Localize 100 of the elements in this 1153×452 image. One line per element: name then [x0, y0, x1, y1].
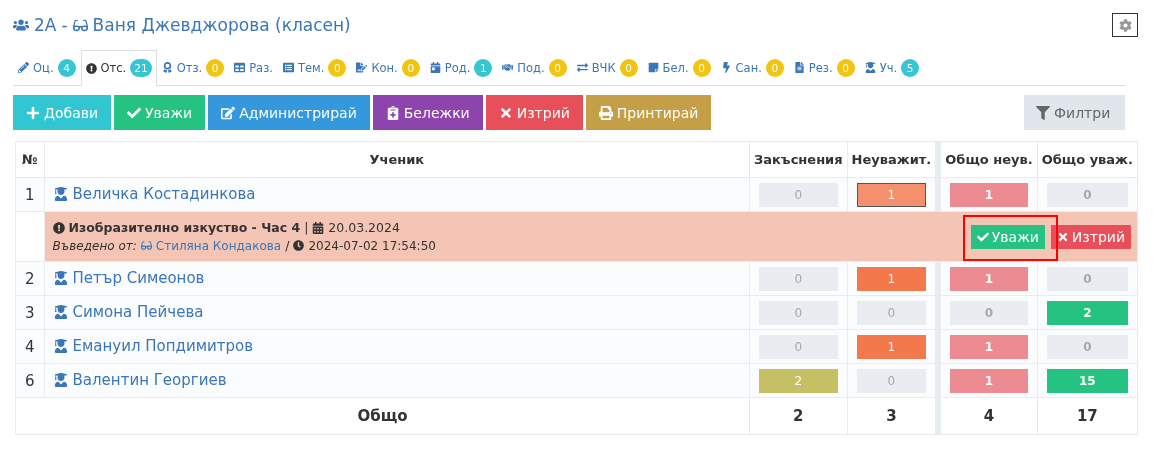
- count-value: 1: [856, 266, 927, 291]
- column-header: №: [15, 141, 45, 178]
- toolbar-button[interactable]: Принтирай: [585, 95, 712, 130]
- student-icon: [53, 339, 68, 353]
- row-number: 2: [15, 261, 45, 296]
- filter-icon: [1036, 105, 1050, 120]
- note-icon: [647, 62, 659, 73]
- count-value: 0: [856, 368, 927, 393]
- count-badge: 0: [206, 58, 225, 77]
- calendar-icon: [312, 221, 325, 234]
- total-value: 17: [1037, 397, 1138, 435]
- subject-text: Изобразително изкуство - Час 4: [68, 220, 301, 235]
- count-value: 1: [950, 368, 1028, 393]
- settings-button[interactable]: [1112, 13, 1138, 37]
- separator: /: [285, 238, 290, 253]
- student-link[interactable]: Петър Симеонов: [53, 269, 205, 287]
- table-icon: [234, 62, 246, 73]
- exclamation-icon: [85, 62, 97, 74]
- pencil-icon: [18, 62, 29, 73]
- count-value: 2: [1046, 300, 1128, 325]
- count-badge: 0: [401, 58, 420, 77]
- separator: |: [304, 220, 309, 235]
- count-value: 0: [759, 182, 838, 207]
- list-icon: [282, 62, 294, 73]
- timestamp-text: 2024-07-02 17:54:50: [308, 238, 436, 253]
- document-pen-icon: [356, 62, 368, 73]
- toolbar-button[interactable]: Изтрий: [485, 95, 583, 130]
- total-label: Общо: [15, 397, 750, 435]
- row-number: 3: [15, 295, 45, 330]
- count-badge: 0: [692, 58, 711, 77]
- count-badge: 0: [548, 58, 567, 77]
- total-value: 4: [938, 397, 1038, 435]
- close-icon: [1056, 230, 1069, 243]
- count-badge: 0: [619, 58, 638, 77]
- tab[interactable]: Отс. 21: [80, 50, 157, 86]
- separator: -: [61, 15, 68, 35]
- column-header: Общо уваж.: [1037, 141, 1138, 178]
- check-icon: [127, 105, 142, 120]
- exclamation-icon: [52, 221, 65, 234]
- column-header: Закъснения: [749, 141, 848, 178]
- student-icon: [53, 305, 68, 319]
- settings-icon: [1118, 18, 1132, 32]
- document-icon: [793, 62, 805, 73]
- count-badge: 0: [836, 58, 855, 77]
- exchange-icon: [576, 62, 588, 73]
- student-icon: [53, 373, 68, 387]
- count-value: 1: [950, 334, 1028, 359]
- count-value: 0: [759, 334, 838, 359]
- count-badge: 0: [328, 58, 347, 77]
- check-icon: [976, 230, 989, 243]
- count-value: 0: [856, 300, 927, 325]
- count-badge: 1: [474, 58, 493, 77]
- count-value: 2: [759, 368, 838, 393]
- student-icon: [864, 62, 876, 73]
- plus-icon: [26, 105, 40, 120]
- teacher-name: Ваня Джевджорова (класен): [92, 15, 351, 35]
- count-badge: 5: [901, 58, 920, 77]
- clock-icon: [293, 240, 305, 251]
- student-link[interactable]: Величка Костадинкова: [53, 185, 256, 203]
- glasses-icon: [72, 17, 88, 33]
- student-link[interactable]: Симона Пейчева: [53, 303, 204, 321]
- count-value: 0: [759, 300, 838, 325]
- student-link[interactable]: Емануил Попдимитров: [53, 337, 254, 355]
- count-value: 1: [856, 334, 927, 359]
- count-value: 1: [950, 182, 1028, 207]
- student-icon: [53, 271, 68, 285]
- count-value: 0: [759, 266, 838, 291]
- printer-icon: [598, 105, 613, 120]
- row-action-button[interactable]: Изтрий: [1050, 224, 1131, 249]
- count-value: 1: [856, 182, 927, 207]
- filter-button[interactable]: Филтри: [1024, 95, 1125, 130]
- count-value: 0: [1046, 266, 1128, 291]
- total-value: 2: [749, 397, 848, 435]
- toolbar-button[interactable]: Администрирай: [208, 95, 370, 130]
- clipboard-icon: [385, 105, 400, 120]
- date-text: 20.03.2024: [328, 220, 400, 235]
- edit-icon: [221, 105, 236, 120]
- author-link[interactable]: Стиляна Кондакова: [155, 238, 282, 253]
- close-icon: [498, 105, 513, 120]
- count-value: 0: [1046, 182, 1128, 207]
- student-link[interactable]: Валентин Георгиев: [53, 371, 227, 389]
- calendar-icon: [429, 62, 441, 73]
- toolbar-button[interactable]: Бележки: [372, 95, 483, 130]
- count-badge: 4: [57, 58, 76, 77]
- count-value: 1: [950, 266, 1028, 291]
- glasses-icon: [140, 240, 152, 251]
- count-badge: 0: [765, 58, 784, 77]
- student-icon: [53, 187, 68, 201]
- group-icon: [13, 17, 29, 33]
- entered-by-label: Въведено от:: [52, 238, 137, 253]
- count-badge: 21: [130, 59, 152, 77]
- class-name: 2А: [34, 15, 57, 35]
- award-icon: [161, 62, 173, 73]
- count-value: 15: [1046, 368, 1128, 393]
- row-number: 6: [15, 363, 45, 398]
- row-number: 4: [15, 329, 45, 364]
- row-number: 1: [15, 177, 45, 212]
- count-value: 0: [950, 300, 1028, 325]
- count-value: 0: [1046, 334, 1128, 359]
- handshake-icon: [502, 62, 514, 73]
